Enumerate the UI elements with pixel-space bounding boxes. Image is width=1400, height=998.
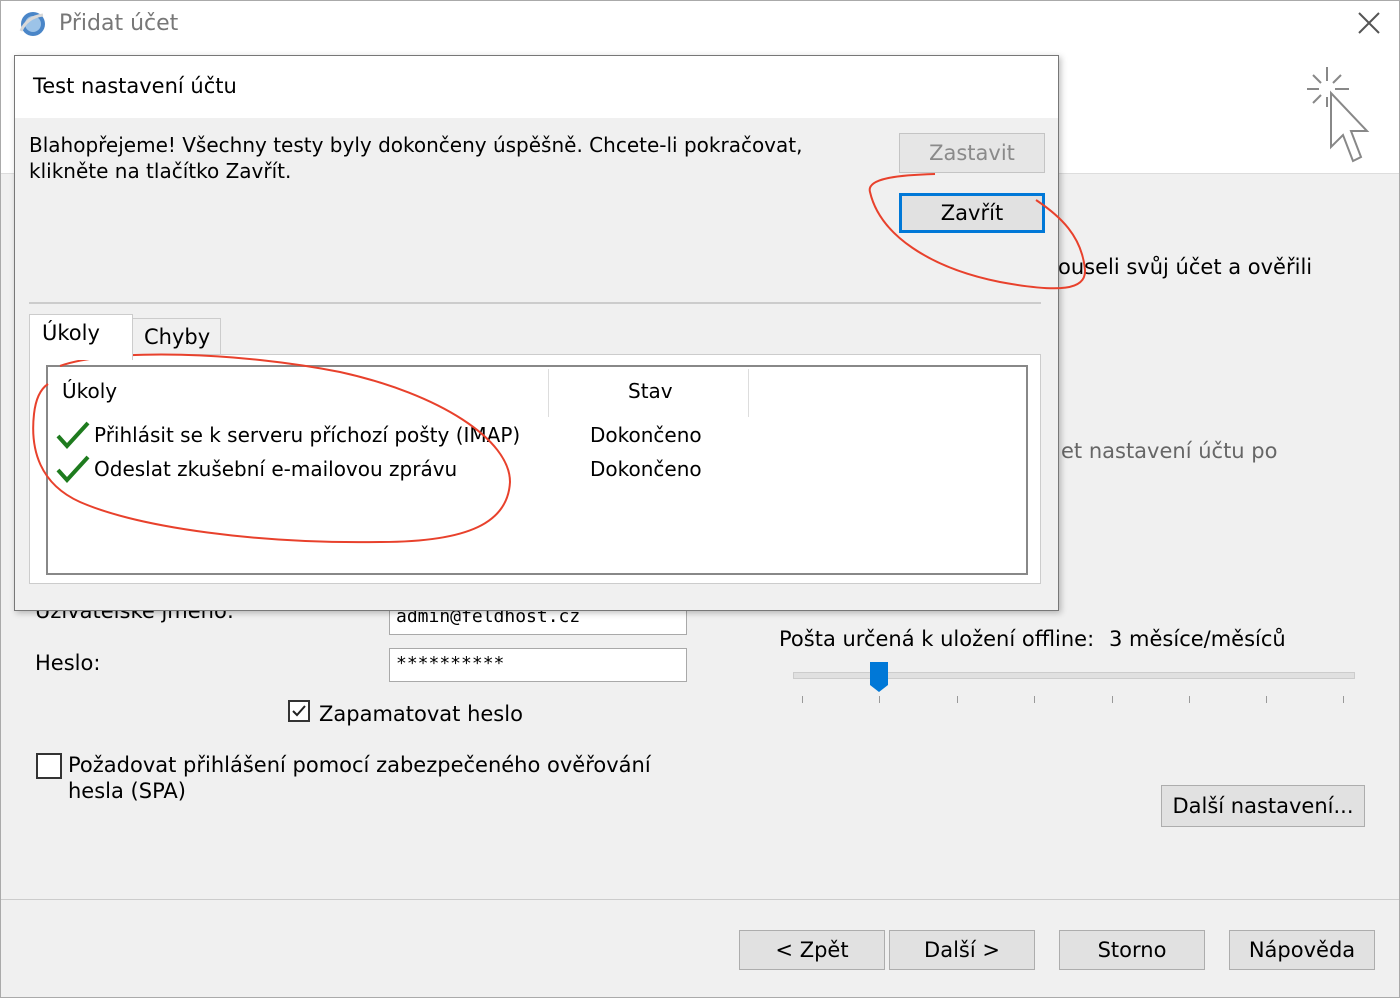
slider-tick (1112, 696, 1113, 703)
slider-tick (1266, 696, 1267, 703)
tasks-list[interactable]: Úkoly Stav Přihlásit se k serveru přícho… (46, 365, 1028, 575)
test-account-settings-dialog: Test nastavení účtu Blahopřejeme! Všechn… (14, 55, 1059, 611)
dialog-message-line2: klikněte na tlačítko Zavřít. (29, 159, 292, 183)
slider-tick (879, 696, 880, 703)
slider-tick (1189, 696, 1190, 703)
tab-errors[interactable]: Chyby (131, 318, 221, 358)
dialog-title: Test nastavení účtu (33, 74, 237, 98)
close-icon[interactable] (1353, 7, 1385, 39)
task-name: Odeslat zkušební e-mailovou zprávu (94, 457, 458, 481)
outlook-account-icon (19, 12, 45, 36)
password-label: Heslo: (35, 651, 101, 675)
title-bar: Přidat účet (1, 1, 1399, 55)
dialog-separator (29, 302, 1041, 304)
task-status: Dokončeno (590, 457, 702, 481)
checkbox-check-icon (292, 705, 306, 717)
background-instruction-text: ouseli svůj účet a ověřili (1058, 255, 1313, 279)
spa-checkbox[interactable] (36, 753, 62, 779)
task-row[interactable]: Odeslat zkušební e-mailovou zprávu Dokon… (48, 455, 1026, 489)
checkmark-icon (56, 421, 90, 449)
remember-password-label: Zapamatovat heslo (319, 702, 523, 726)
slider-tick (1343, 696, 1344, 703)
checkmark-icon (56, 455, 90, 483)
dialog-message: Blahopřejeme! Všechny testy byly dokonče… (29, 132, 849, 184)
spa-label-line1: Požadovat přihlášení pomocí zabezpečenéh… (68, 753, 651, 777)
spa-label-line2: hesla (SPA) (68, 779, 186, 803)
cancel-button[interactable]: Storno (1059, 930, 1205, 970)
slider-tick (1034, 696, 1035, 703)
column-header-status[interactable]: Stav (628, 379, 673, 403)
background-test-text: et nastavení účtu po (1061, 439, 1278, 463)
offline-mail-label: Pošta určená k uložení offline: (779, 627, 1095, 651)
close-button[interactable]: Zavřít (899, 193, 1045, 233)
column-divider[interactable] (748, 369, 749, 417)
tasks-tab-panel: Úkoly Stav Přihlásit se k serveru přícho… (29, 354, 1041, 584)
wizard-cursor-icon (1307, 67, 1370, 163)
offline-slider-thumb[interactable] (869, 661, 889, 693)
window-title: Přidat účet (59, 11, 179, 36)
slider-tick (957, 696, 958, 703)
task-row[interactable]: Přihlásit se k serveru příchozí pošty (I… (48, 421, 1026, 455)
password-input[interactable]: ********** (389, 648, 687, 682)
column-divider[interactable] (548, 369, 549, 417)
slider-tick (802, 696, 803, 703)
offline-mail-value: 3 měsíce/měsíců (1109, 627, 1286, 651)
next-button[interactable]: Další > (889, 930, 1035, 970)
footer-separator (1, 899, 1399, 900)
back-button[interactable]: < Zpět (739, 930, 885, 970)
dialog-header: Test nastavení účtu (15, 56, 1058, 118)
column-header-task[interactable]: Úkoly (62, 379, 117, 403)
task-name: Přihlásit se k serveru příchozí pošty (I… (94, 423, 521, 447)
help-button[interactable]: Nápověda (1229, 930, 1375, 970)
task-status: Dokončeno (590, 423, 702, 447)
remember-password-checkbox[interactable] (288, 700, 310, 722)
more-settings-button[interactable]: Další nastavení... (1161, 785, 1365, 827)
tab-tasks[interactable]: Úkoly (29, 314, 133, 360)
dialog-message-line1: Blahopřejeme! Všechny testy byly dokonče… (29, 133, 803, 157)
stop-button: Zastavit (899, 133, 1045, 173)
